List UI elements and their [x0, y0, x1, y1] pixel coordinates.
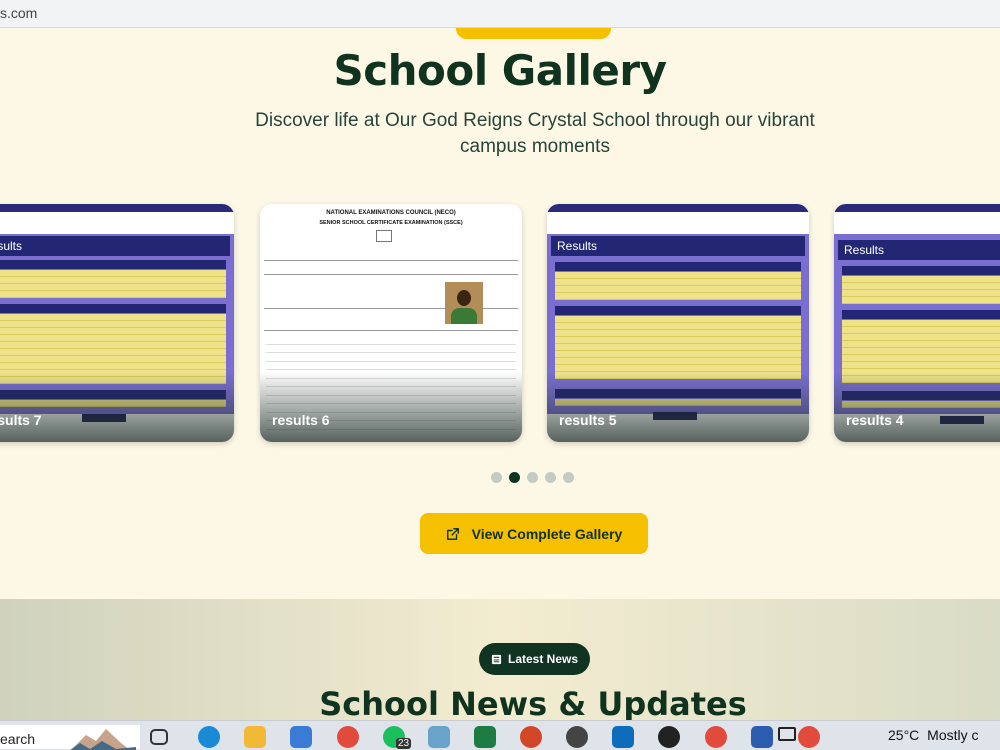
results-header: Results — [0, 236, 230, 256]
slide-caption: results 7 — [0, 412, 42, 428]
gallery-slide[interactable]: Results results 7 — [0, 204, 234, 442]
latest-news-label: Latest News — [507, 652, 579, 666]
obs-icon[interactable] — [566, 726, 588, 748]
file-explorer-icon[interactable] — [244, 726, 266, 748]
results-header: Results — [838, 240, 1000, 260]
certificate-subheading: SENIOR SCHOOL CERTIFICATE EXAMINATION (S… — [319, 220, 463, 226]
carousel-dots — [491, 472, 574, 483]
gallery-title: School Gallery — [333, 46, 667, 95]
carousel-dot-active[interactable] — [509, 472, 520, 483]
system-tray[interactable]: 25°C Mostly c — [778, 727, 1000, 743]
gallery-slide[interactable]: Results results 4 — [834, 204, 1000, 442]
gallery-slide[interactable]: Results results 5 — [547, 204, 809, 442]
student-photo — [445, 282, 483, 324]
external-link-icon — [446, 527, 459, 540]
app-icon[interactable] — [428, 726, 450, 748]
taskbar-search[interactable]: earch — [0, 725, 140, 750]
certificate-heading: NATIONAL EXAMINATIONS COUNCIL (NECO) — [326, 210, 456, 216]
taskbar: earch 23 25°C Mostly c — [0, 720, 1000, 750]
github-icon[interactable] — [658, 726, 680, 748]
edge-icon[interactable] — [198, 726, 220, 748]
chrome-profile-icon[interactable] — [705, 726, 727, 748]
excel-icon[interactable] — [474, 726, 496, 748]
search-highlight-image — [70, 729, 136, 750]
slide-caption: results 4 — [846, 412, 904, 428]
word-icon[interactable] — [751, 726, 773, 748]
carousel-dot[interactable] — [527, 472, 538, 483]
carousel-dot[interactable] — [491, 472, 502, 483]
store-icon[interactable] — [290, 726, 312, 748]
browser-address-bar[interactable]: s.com — [0, 0, 1000, 28]
slide-caption: results 6 — [272, 412, 330, 428]
news-section: Latest News School News & Updates — [0, 599, 1000, 720]
carousel-dot[interactable] — [563, 472, 574, 483]
slide-caption: results 5 — [559, 412, 617, 428]
outlook-icon[interactable] — [612, 726, 634, 748]
view-gallery-label: View Complete Gallery — [471, 525, 623, 542]
gallery-subtitle: Discover life at Our God Reigns Crystal … — [255, 110, 815, 157]
widgets-icon[interactable] — [778, 727, 796, 741]
page-content: School Gallery Discover life at Our God … — [0, 28, 1000, 720]
task-view-icon[interactable] — [150, 729, 168, 745]
gallery-slide[interactable]: NATIONAL EXAMINATIONS COUNCIL (NECO) SEN… — [260, 204, 522, 442]
chrome-active-icon[interactable] — [798, 726, 820, 748]
section-badge — [456, 28, 611, 39]
results-header: Results — [551, 236, 805, 256]
powerpoint-icon[interactable] — [520, 726, 542, 748]
carousel-dot[interactable] — [545, 472, 556, 483]
latest-news-badge: Latest News — [479, 643, 590, 675]
view-gallery-button[interactable]: View Complete Gallery — [420, 513, 648, 554]
taskbar-search-text: earch — [0, 731, 36, 747]
address-text[interactable]: s.com — [0, 5, 37, 21]
newspaper-icon — [491, 654, 502, 664]
weather-temp: 25°C — [888, 727, 920, 743]
weather-desc: Mostly c — [927, 727, 979, 743]
news-title: School News & Updates — [319, 685, 747, 720]
chrome-icon[interactable] — [337, 726, 359, 748]
whatsapp-badge: 23 — [396, 738, 412, 749]
